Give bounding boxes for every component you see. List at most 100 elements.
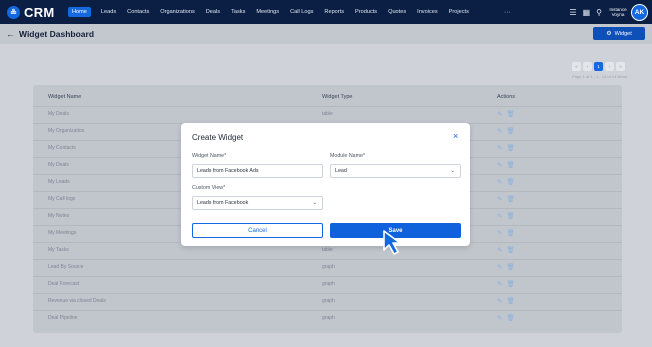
edit-icon[interactable]: ✎ [497, 212, 502, 220]
search-icon[interactable]: ⚲ [596, 8, 602, 17]
pagination: « ‹ 1 › » [570, 62, 625, 71]
module-name-label: Module Name* [330, 153, 366, 159]
header-widget-type: Widget Type [322, 93, 353, 100]
edit-icon[interactable]: ✎ [497, 314, 502, 322]
edit-icon[interactable]: ✎ [497, 263, 502, 271]
widget-name-value: Leads from Facebook Ads [197, 168, 259, 174]
widget-name-cell: Revenue via closed Deals [48, 298, 106, 304]
edit-icon[interactable]: ✎ [497, 195, 502, 203]
module-name-select[interactable]: Lead ⌄ [330, 164, 461, 178]
widget-name-cell: My Meetings [48, 230, 77, 236]
edit-icon[interactable]: ✎ [497, 246, 502, 254]
delete-icon[interactable]: 🗑 [506, 246, 514, 254]
edit-icon[interactable]: ✎ [497, 229, 502, 237]
gear-icon: ⚙ [606, 31, 612, 37]
module-name-value: Lead [335, 168, 347, 174]
row-actions: ✎ 🗑 [497, 144, 519, 152]
row-actions: ✎ 🗑 [497, 178, 519, 186]
edit-icon[interactable]: ✎ [497, 280, 502, 288]
nav-item-reports[interactable]: Reports [324, 9, 344, 15]
nav-item-meetings[interactable]: Meetings [256, 9, 279, 15]
delete-icon[interactable]: 🗑 [506, 178, 514, 186]
widget-name-cell: Deal Pipeline [48, 315, 78, 321]
delete-icon[interactable]: 🗑 [506, 161, 514, 169]
nav-item-call-logs[interactable]: Call Logs [290, 9, 313, 15]
logo-text: CRM [24, 4, 55, 20]
calendar-icon[interactable]: ▦ [583, 8, 591, 17]
custom-view-select[interactable]: Leads from Facebook ⌄ [192, 196, 323, 210]
row-divider [33, 106, 622, 107]
nav-item-leads[interactable]: Leads [101, 9, 116, 15]
add-widget-button[interactable]: ⚙ Widget [593, 27, 645, 40]
delete-icon[interactable]: 🗑 [506, 314, 514, 322]
widget-name-input[interactable]: Leads from Facebook Ads [192, 164, 323, 178]
next-page-button[interactable]: › [605, 62, 614, 71]
list-icon[interactable]: ☰ [569, 8, 576, 17]
delete-icon[interactable]: 🗑 [506, 297, 514, 305]
logo[interactable]: ≗ CRM [7, 5, 62, 20]
sub-header: ← Widget Dashboard ⚙ Widget [0, 24, 652, 44]
close-icon[interactable]: × [453, 131, 458, 141]
edit-icon[interactable]: ✎ [497, 161, 502, 169]
edit-icon[interactable]: ✎ [497, 110, 502, 118]
last-page-button[interactable]: » [616, 62, 625, 71]
row-divider [33, 259, 622, 260]
chevron-down-icon: ⌄ [450, 168, 455, 174]
row-actions: ✎ 🗑 [497, 263, 519, 271]
main-menu: Home Leads Contacts Organizations Deals Tasks… [68, 7, 480, 17]
delete-icon[interactable]: 🗑 [506, 229, 514, 237]
nav-right: ☰ ▦ ⚲ Instance Voyna AK [563, 0, 648, 24]
widget-name-cell: My Leads [48, 179, 70, 185]
nav-item-deals[interactable]: Deals [206, 9, 220, 15]
avatar[interactable]: AK [631, 3, 648, 21]
nav-item-organizations[interactable]: Organizations [160, 9, 195, 15]
table-row[interactable]: Lead By Source graph ✎ 🗑 [33, 259, 622, 276]
widget-name-label: Widget Name* [192, 153, 227, 159]
nav-item-tasks[interactable]: Tasks [231, 9, 245, 15]
widget-type-cell: table [322, 247, 333, 253]
delete-icon[interactable]: 🗑 [506, 280, 514, 288]
row-actions: ✎ 🗑 [497, 195, 519, 203]
widget-name-cell: My Deals [48, 111, 69, 117]
nav-item-home[interactable]: Home [68, 7, 91, 17]
nav-item-quotes[interactable]: Quotes [388, 9, 406, 15]
delete-icon[interactable]: 🗑 [506, 212, 514, 220]
edit-icon[interactable]: ✎ [497, 127, 502, 135]
row-divider [33, 276, 622, 277]
row-actions: ✎ 🗑 [497, 127, 519, 135]
table-row[interactable]: My Dealstable✎🗑 [33, 106, 622, 123]
row-divider [33, 310, 622, 311]
table-row[interactable]: Deal Forecast graph ✎ 🗑 [33, 276, 622, 293]
cancel-button[interactable]: Cancel [192, 223, 323, 238]
custom-view-label: Custom View* [192, 185, 226, 191]
pointer-cursor-icon [383, 230, 401, 255]
widget-name-cell: Lead By Source [48, 264, 84, 270]
row-actions: ✎ 🗑 [497, 212, 519, 220]
widget-name-cell: My Call logs [48, 196, 76, 202]
delete-icon[interactable]: 🗑 [506, 127, 514, 135]
delete-icon[interactable]: 🗑 [506, 144, 514, 152]
edit-icon[interactable]: ✎ [497, 297, 502, 305]
first-page-button[interactable]: « [572, 62, 581, 71]
table-row[interactable]: Revenue via closed Deals graph ✎ 🗑 [33, 293, 622, 310]
nav-item-projects[interactable]: Projects [449, 9, 469, 15]
table-row[interactable]: Deal Pipeline graph ✎ 🗑 [33, 310, 622, 327]
table-header: Widget Name Widget Type Actions [33, 87, 622, 106]
widget-type-cell: graph [322, 315, 335, 321]
current-page-button[interactable]: 1 [594, 62, 603, 71]
edit-icon[interactable]: ✎ [497, 178, 502, 186]
nav-item-contacts[interactable]: Contacts [127, 9, 149, 15]
row-actions: ✎ 🗑 [497, 110, 519, 118]
delete-icon[interactable]: 🗑 [506, 110, 514, 118]
more-menu[interactable]: ··· [504, 9, 511, 16]
widget-name-cell: My Contacts [48, 145, 76, 151]
edit-icon[interactable]: ✎ [497, 144, 502, 152]
delete-icon[interactable]: 🗑 [506, 195, 514, 203]
delete-icon[interactable]: 🗑 [506, 263, 514, 271]
logo-icon: ≗ [7, 5, 20, 19]
row-actions: ✎ 🗑 [497, 280, 519, 288]
back-arrow-icon[interactable]: ← [6, 29, 15, 39]
nav-item-invoices[interactable]: Invoices [417, 9, 438, 15]
nav-item-products[interactable]: Products [355, 9, 377, 15]
prev-page-button[interactable]: ‹ [583, 62, 592, 71]
